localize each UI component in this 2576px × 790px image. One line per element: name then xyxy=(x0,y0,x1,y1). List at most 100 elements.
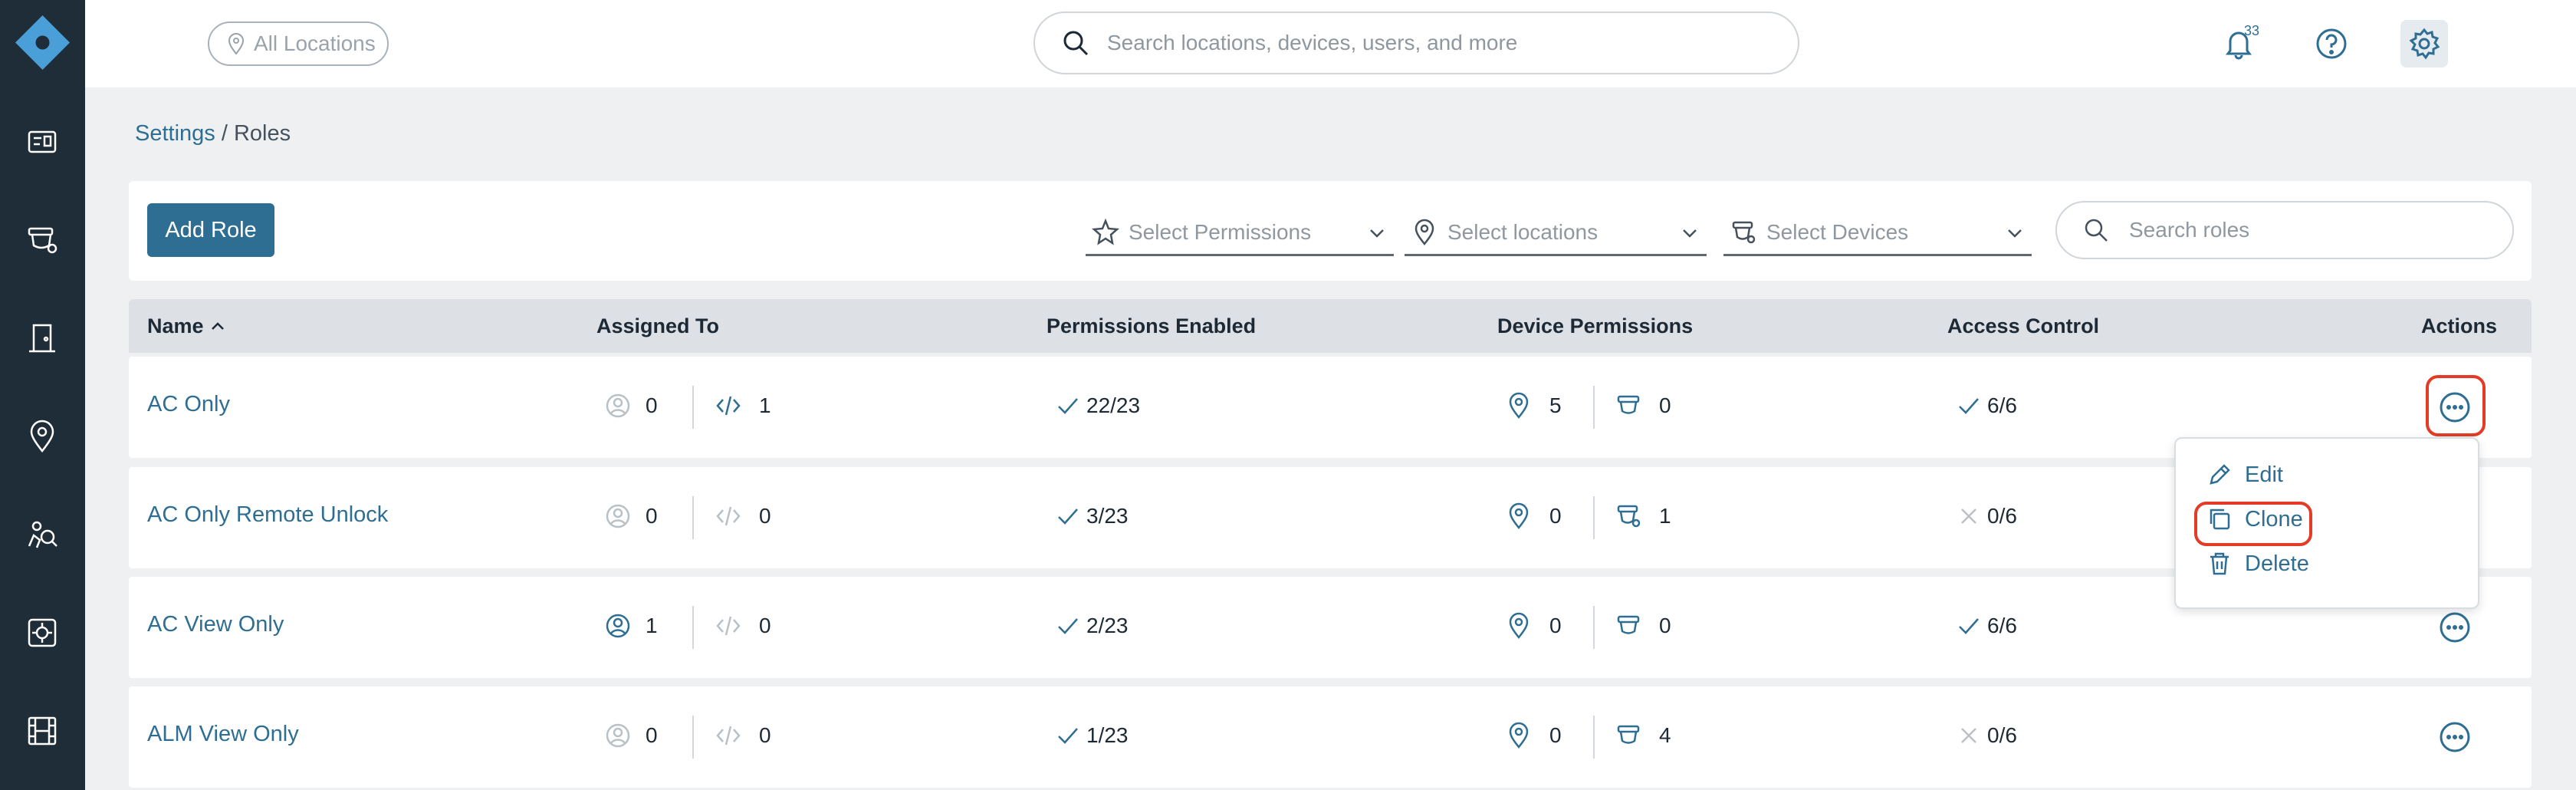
column-name-label: Name xyxy=(147,314,204,337)
check-icon xyxy=(1959,398,1979,414)
more-options-icon xyxy=(2440,722,2470,752)
assigned-users-count: 0 xyxy=(646,504,658,528)
cell-divider xyxy=(1593,606,1595,649)
location-permissions-count: 0 xyxy=(1549,504,1562,528)
row-actions-button[interactable] xyxy=(2437,719,2472,755)
edit-menu-item[interactable]: Edit xyxy=(2206,462,2283,488)
search-roles-input[interactable]: Search roles xyxy=(2055,201,2514,259)
permissions-enabled-value: 2/23 xyxy=(1086,614,1129,637)
table-row[interactable]: AC Only 0 1 22/23 5 0 6/6 xyxy=(129,357,2532,458)
search-icon xyxy=(1063,31,1089,56)
role-name-link[interactable]: AC Only xyxy=(147,392,230,417)
user-icon xyxy=(606,723,630,748)
camera-device-icon xyxy=(1617,395,1640,414)
star-icon xyxy=(1092,218,1119,245)
cell-divider xyxy=(692,606,694,649)
breadcrumb-separator: / xyxy=(215,121,234,146)
gear-icon xyxy=(2409,28,2440,60)
location-pin-icon xyxy=(1509,502,1529,530)
cell-divider xyxy=(692,386,694,429)
assigned-api-count: 0 xyxy=(759,723,771,747)
column-assigned-to-header: Assigned To xyxy=(596,314,720,337)
locations-icon[interactable] xyxy=(21,416,63,457)
access-control-value: 0/6 xyxy=(1987,504,2017,528)
code-icon xyxy=(716,726,741,746)
permissions-enabled-value: 3/23 xyxy=(1086,504,1129,528)
table-row[interactable]: AC Only Remote Unlock 0 0 3/23 0 1 0/6 xyxy=(129,467,2532,568)
location-pin-icon xyxy=(1509,722,1529,749)
chevron-down-icon xyxy=(1683,229,1697,238)
user-icon xyxy=(606,614,630,638)
code-icon xyxy=(716,616,741,636)
add-role-button[interactable]: Add Role xyxy=(147,203,274,257)
delete-label: Delete xyxy=(2245,551,2309,576)
location-filter-button[interactable]: All Locations xyxy=(208,21,389,66)
breadcrumb-settings-link[interactable]: Settings xyxy=(135,121,215,146)
location-pin-icon xyxy=(1414,219,1434,245)
search-icon xyxy=(2085,219,2108,242)
select-locations-dropdown[interactable]: Select locations xyxy=(1405,210,1707,256)
assigned-users-count: 0 xyxy=(646,723,658,747)
location-permissions-count: 5 xyxy=(1549,393,1562,417)
row-actions-button[interactable] xyxy=(2437,610,2472,645)
select-devices-placeholder: Select Devices xyxy=(1766,219,1909,244)
location-pin-icon xyxy=(1509,392,1529,420)
select-permissions-dropdown[interactable]: Select Permissions xyxy=(1086,210,1394,256)
people-search-icon[interactable] xyxy=(21,514,63,555)
video-film-icon[interactable] xyxy=(21,710,63,752)
dashboard-icon[interactable] xyxy=(21,121,63,163)
code-icon xyxy=(716,396,741,416)
cell-divider xyxy=(1593,716,1595,759)
cameras-icon[interactable] xyxy=(21,219,63,261)
chevron-down-icon xyxy=(1370,229,1384,238)
role-name-link[interactable]: AC View Only xyxy=(147,612,284,637)
select-devices-dropdown[interactable]: Select Devices xyxy=(1723,210,2032,256)
global-search-input[interactable]: Search locations, devices, users, and mo… xyxy=(1033,12,1799,74)
sort-ascending-icon xyxy=(211,321,224,330)
permissions-enabled-value: 1/23 xyxy=(1086,723,1129,747)
actions-button-highlight xyxy=(2426,375,2486,436)
column-permissions-enabled-header: Permissions Enabled xyxy=(1046,314,1257,337)
close-icon xyxy=(1961,509,1976,524)
location-permissions-count: 0 xyxy=(1549,723,1562,747)
app-logo-icon[interactable] xyxy=(14,14,71,71)
check-icon xyxy=(1959,618,1979,634)
column-actions-header: Actions xyxy=(2421,314,2498,337)
assigned-users-count: 1 xyxy=(646,614,658,637)
user-icon xyxy=(606,393,630,418)
location-filter-label: All Locations xyxy=(254,31,376,55)
delete-menu-item[interactable]: Delete xyxy=(2206,551,2309,577)
table-row[interactable]: ALM View Only 0 0 1/23 0 4 0/6 xyxy=(129,686,2532,788)
role-name-link[interactable]: ALM View Only xyxy=(147,722,299,747)
access-door-icon[interactable] xyxy=(21,318,63,359)
sensors-icon[interactable] xyxy=(21,612,63,653)
cell-divider xyxy=(692,716,694,759)
roles-table-header: Name Assigned To Permissions Enabled Dev… xyxy=(129,299,2532,353)
location-pin-icon xyxy=(228,33,245,55)
access-control-value: 0/6 xyxy=(1987,723,2017,747)
close-icon xyxy=(1961,728,1976,743)
location-permissions-count: 0 xyxy=(1549,614,1562,637)
column-name-header[interactable]: Name xyxy=(147,314,227,338)
code-icon xyxy=(716,506,741,526)
cell-divider xyxy=(692,496,694,539)
device-permissions-count: 0 xyxy=(1659,614,1671,637)
table-row[interactable]: AC View Only 1 0 2/23 0 0 6/6 xyxy=(129,577,2532,678)
top-bar: All Locations Search locations, devices,… xyxy=(85,0,2576,87)
cell-divider xyxy=(1593,496,1595,539)
camera-device-icon xyxy=(1617,615,1640,634)
roles-toolbar: Add Role Select Permissions Select locat… xyxy=(129,181,2532,281)
camera-device-icon xyxy=(1617,505,1641,528)
notifications-button[interactable]: 33 xyxy=(2215,20,2262,67)
help-button[interactable] xyxy=(2308,20,2355,67)
check-icon xyxy=(1058,398,1078,414)
column-device-permissions-header: Device Permissions xyxy=(1497,314,1694,337)
access-control-value: 6/6 xyxy=(1987,393,2017,417)
assigned-api-count: 1 xyxy=(759,393,771,417)
settings-button[interactable] xyxy=(2400,20,2448,67)
user-icon xyxy=(606,504,630,528)
select-locations-placeholder: Select locations xyxy=(1447,219,1598,244)
role-name-link[interactable]: AC Only Remote Unlock xyxy=(147,502,388,528)
assigned-api-count: 0 xyxy=(759,504,771,528)
pencil-icon xyxy=(2210,464,2230,485)
